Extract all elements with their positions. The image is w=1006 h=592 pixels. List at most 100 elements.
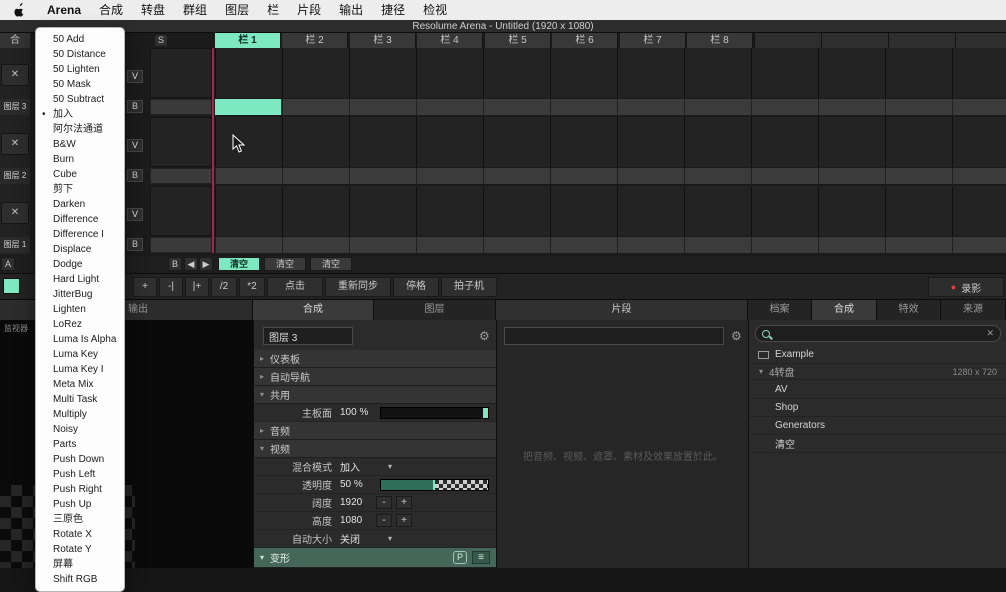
blend-menu-item[interactable]: Push Up	[36, 497, 124, 512]
blend-menu-item[interactable]: 50 Subtract	[36, 92, 124, 107]
blend-menu-item[interactable]: JitterBug	[36, 287, 124, 302]
menubar-item-composition[interactable]: 合成	[90, 0, 132, 20]
section-common[interactable]: ▾ 共用	[254, 386, 497, 404]
column-header-7[interactable]: 栏 7	[620, 33, 686, 48]
crossfade-position-line[interactable]	[212, 48, 214, 253]
search-clear-icon[interactable]: ✕	[986, 328, 994, 339]
browser-item-example[interactable]: Example	[749, 346, 1006, 364]
menubar-item-arena[interactable]: Arena	[38, 0, 90, 20]
blend-menu-item[interactable]: Meta Mix	[36, 377, 124, 392]
blend-menu-item-current[interactable]: • 加入	[36, 107, 124, 122]
tab-effects[interactable]: 特效	[877, 300, 941, 320]
section-autopilot[interactable]: ▸ 自动导航	[254, 368, 497, 386]
blend-menu-item[interactable]: 50 Add	[36, 32, 124, 47]
section-transform[interactable]: ▾ 变形 P ≡	[254, 548, 497, 568]
gear-icon[interactable]: ⚙	[479, 328, 490, 344]
layer1-bypass-toggle[interactable]: B	[127, 238, 143, 251]
clip-name-input[interactable]	[504, 327, 724, 345]
bpm-half-button[interactable]: /2	[211, 277, 237, 297]
tab-layer[interactable]: 图层	[374, 300, 496, 320]
crossfader-a-button[interactable]: A	[1, 257, 15, 271]
layer3-bypass-toggle[interactable]: B	[127, 100, 143, 113]
nudge-up-button[interactable]: |+	[185, 277, 209, 297]
blend-menu-item[interactable]: B&W	[36, 137, 124, 152]
tap-button[interactable]: 点击	[267, 277, 323, 297]
layer-name-input[interactable]	[263, 327, 353, 345]
column-header-4[interactable]: 栏 4	[417, 33, 483, 48]
blend-menu-item[interactable]: Push Down	[36, 452, 124, 467]
bpm-double-button[interactable]: *2	[239, 277, 265, 297]
clip-cells-row-layer2[interactable]	[215, 117, 1006, 167]
composition-active-button[interactable]	[3, 278, 20, 294]
layer1-video-toggle[interactable]: V	[127, 208, 143, 221]
clear-button-2[interactable]: 清空	[264, 257, 306, 271]
blend-menu-item[interactable]: Difference I	[36, 227, 124, 242]
blend-menu-item[interactable]: Cube	[36, 167, 124, 182]
tab-composition[interactable]: 合成	[253, 300, 374, 320]
layer-master-cell[interactable]	[150, 48, 212, 98]
prev-column-button[interactable]: ◀	[184, 257, 198, 271]
layer2-bypass-toggle[interactable]: B	[127, 169, 143, 182]
record-button[interactable]: ● 录影	[928, 277, 1004, 297]
blend-menu-item[interactable]: Luma Key I	[36, 362, 124, 377]
layer1-label[interactable]: 图层 1	[0, 237, 30, 253]
column-header-5[interactable]: 栏 5	[485, 33, 551, 48]
blend-menu-item[interactable]: Displace	[36, 242, 124, 257]
nudge-down-button[interactable]: -|	[159, 277, 183, 297]
blend-menu-item[interactable]: Multi Task	[36, 392, 124, 407]
layer-master-cell[interactable]	[150, 186, 212, 236]
browser-folder-generators[interactable]: Generators	[749, 417, 1006, 435]
tab-sources[interactable]: 来源	[941, 300, 1006, 320]
column-header-1[interactable]: 栏 1	[215, 33, 281, 48]
layer2-video-toggle[interactable]: V	[127, 139, 143, 152]
blend-menu-item[interactable]: 剪下	[36, 182, 124, 197]
menubar-item-column[interactable]: 栏	[258, 0, 288, 20]
solo-button[interactable]: S	[154, 34, 168, 47]
blend-menu-item[interactable]: Dodge	[36, 257, 124, 272]
blend-menu-item[interactable]: Rotate X	[36, 527, 124, 542]
layer3-clear-button[interactable]: ✕	[1, 64, 29, 86]
active-clip-cell[interactable]	[215, 99, 281, 115]
autosize-value[interactable]: 关闭	[340, 531, 372, 546]
column-header-3[interactable]: 栏 3	[350, 33, 416, 48]
width-decrement-button[interactable]: -	[376, 496, 392, 509]
section-dashboard[interactable]: ▸ 仪表板	[254, 350, 497, 368]
next-column-button[interactable]: ▶	[199, 257, 213, 271]
blend-menu-item[interactable]: Shift RGB	[36, 572, 124, 587]
menubar-item-layer[interactable]: 图层	[216, 0, 258, 20]
blend-menu-item[interactable]: Push Left	[36, 467, 124, 482]
layer2-label[interactable]: 图层 2	[0, 168, 30, 184]
layer-name-cell[interactable]	[150, 237, 212, 253]
blend-menu-item[interactable]: 阿尔法通道	[36, 122, 124, 137]
menubar-item-clip[interactable]: 片段	[288, 0, 330, 20]
menubar-item-output[interactable]: 输出	[330, 0, 372, 20]
browser-folder-av[interactable]: AV	[749, 381, 1006, 399]
blend-menu-item[interactable]: Darken	[36, 197, 124, 212]
blend-menu-item[interactable]: Burn	[36, 152, 124, 167]
gear-icon[interactable]: ⚙	[731, 328, 742, 344]
layer2-clear-button[interactable]: ✕	[1, 133, 29, 155]
width-value[interactable]: 1920	[340, 497, 372, 508]
clip-cells-row-layer1[interactable]	[215, 186, 1006, 236]
search-input[interactable]	[776, 328, 987, 339]
clip-name-row-layer1[interactable]	[215, 237, 1006, 253]
crossfader-b-button[interactable]: B	[168, 257, 182, 271]
layer-master-cell[interactable]	[150, 117, 212, 167]
chevron-down-icon[interactable]: ▾	[753, 367, 769, 376]
section-video[interactable]: ▾ 视频	[254, 440, 497, 458]
apple-menu-icon[interactable]	[0, 3, 38, 17]
browser-item-example-detail[interactable]: ▾ 4转盘 1280 x 720	[749, 364, 1006, 380]
search-box[interactable]: ✕	[755, 325, 1001, 342]
blend-menu-item[interactable]: 50 Distance	[36, 47, 124, 62]
blend-menu-item[interactable]: 三原色	[36, 512, 124, 527]
slider-handle[interactable]	[483, 407, 488, 418]
chevron-down-icon[interactable]: ▾	[388, 534, 392, 543]
blend-menu-item[interactable]: Rotate Y	[36, 542, 124, 557]
blend-menu-item[interactable]: 屏幕	[36, 557, 124, 572]
layer-name-cell[interactable]	[150, 99, 212, 115]
column-header-2[interactable]: 栏 2	[282, 33, 348, 48]
blend-menu-item[interactable]: Difference	[36, 212, 124, 227]
window-titlebar[interactable]: Resolume Arena - Untitled (1920 x 1080)	[0, 20, 1006, 33]
chevron-down-icon[interactable]: ▾	[388, 462, 392, 471]
resync-button[interactable]: 重新同步	[325, 277, 391, 297]
